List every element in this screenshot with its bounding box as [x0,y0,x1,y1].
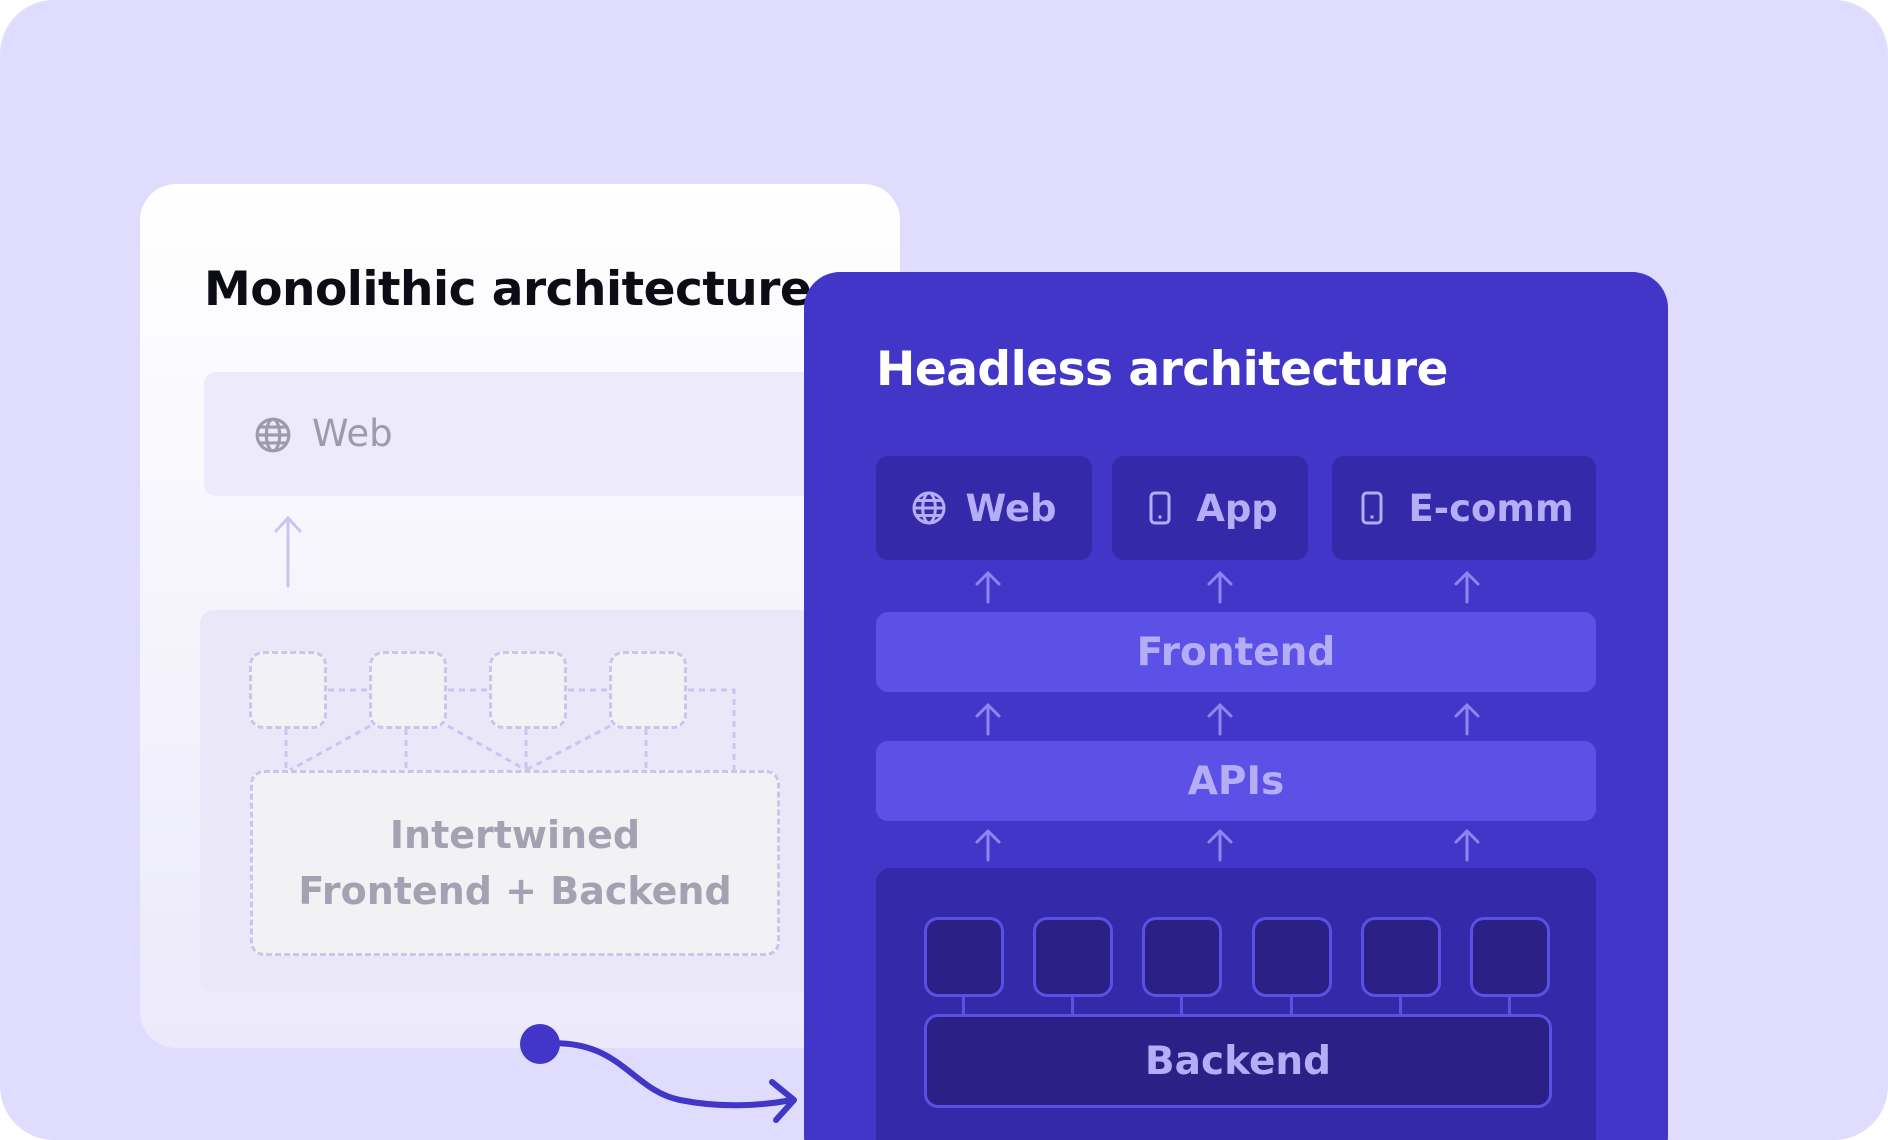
channel-app-label: App [1196,486,1278,530]
up-arrow [1207,829,1233,862]
monolithic-node [369,651,447,729]
monolithic-title: Monolithic architecture [204,262,812,317]
monolithic-core-box: Intertwined Frontend + Backend [250,770,780,956]
up-arrow [1454,829,1480,862]
headless-title: Headless architecture [876,342,1448,397]
up-arrow [1207,703,1233,736]
frontend-label: Frontend [1136,629,1336,675]
channel-app: App [1112,456,1308,560]
up-arrow [1454,571,1480,604]
backend-service-node [1252,917,1332,997]
up-arrow [975,829,1001,862]
backend-label: Backend [1144,1038,1332,1084]
monolithic-core-line2: Frontend + Backend [298,869,732,913]
backend-service-node [1033,917,1113,997]
apis-layer: APIs [876,741,1596,821]
phone-icon [1361,491,1383,525]
channel-ecomm-label: E-comm [1408,486,1574,530]
apis-label: APIs [1187,758,1285,804]
globe-icon [912,491,946,525]
monolithic-core-line1: Intertwined [389,813,641,857]
monolithic-node [489,651,567,729]
frontend-layer: Frontend [876,612,1596,692]
monolithic-up-arrow [274,516,302,588]
up-arrow [1207,571,1233,604]
monolithic-node [609,651,687,729]
channel-ecomm: E-comm [1332,456,1596,560]
backend-service-node [924,917,1004,997]
backend-service-node [1142,917,1222,997]
backend-service-node [1470,917,1550,997]
transition-arrow [520,1024,797,1123]
backend-box: Backend [924,1014,1552,1108]
diagram-background: Monolithic architecture Web Intertwined … [0,0,1888,1140]
monolithic-web-box [204,372,844,496]
globe-icon [255,417,291,453]
channel-web: Web [876,456,1092,560]
monolithic-web-label: Web [312,412,393,455]
channel-web-label: Web [965,486,1057,530]
up-arrow [1454,703,1480,736]
monolithic-node [249,651,327,729]
phone-icon [1149,491,1171,525]
up-arrow [975,703,1001,736]
up-arrow [975,571,1001,604]
backend-service-node [1361,917,1441,997]
